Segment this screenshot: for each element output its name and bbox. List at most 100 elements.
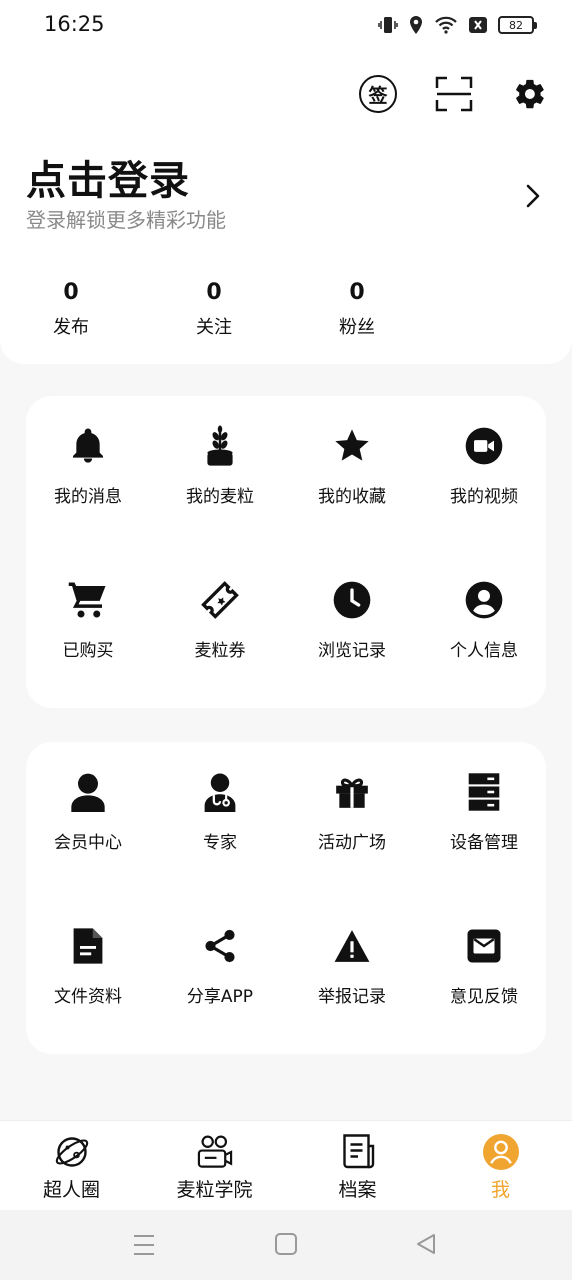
grid-item-reports[interactable]: 举报记录 [287, 924, 417, 1007]
cart-icon [66, 578, 110, 622]
warning-icon [330, 924, 374, 968]
bell-icon [66, 424, 110, 468]
grid-item-feedback[interactable]: 意见反馈 [419, 924, 549, 1007]
back-triangle-icon [417, 1234, 435, 1254]
feature-grid-2: 会员中心 专家 活动广场 设备管理 文件资料 分享APP 举报记录 意见反馈 [26, 742, 546, 1054]
account-icon [462, 578, 506, 622]
login-subtitle: 登录解锁更多精彩功能 [26, 208, 226, 232]
grid-item-experts[interactable]: 专家 [155, 770, 285, 853]
stat-posts[interactable]: 0 发布 [21, 280, 121, 339]
person-icon [66, 770, 110, 814]
grid-item-label: 浏览记录 [318, 641, 386, 661]
me-icon [482, 1133, 520, 1171]
grid-item-activities[interactable]: 活动广场 [287, 770, 417, 853]
grid-item-favorites[interactable]: 我的收藏 [287, 424, 417, 507]
classroom-icon [196, 1133, 234, 1171]
stat-following[interactable]: 0 关注 [164, 280, 264, 339]
stat-fans[interactable]: 0 粉丝 [307, 280, 407, 339]
grid-item-purchased[interactable]: 已购买 [23, 578, 153, 661]
status-icons: 82 [378, 14, 537, 36]
video-icon [462, 424, 506, 468]
grid-item-label: 我的消息 [54, 487, 122, 507]
login-chevron-button[interactable] [524, 182, 542, 210]
vibrate-icon [378, 15, 398, 35]
grid-item-label: 举报记录 [318, 987, 386, 1007]
grid-item-label: 文件资料 [54, 987, 122, 1007]
nav-label: 麦粒学院 [176, 1179, 253, 1201]
bottom-nav: 超人圈 麦粒学院 档案 我 [0, 1120, 572, 1210]
nav-label: 档案 [338, 1179, 377, 1201]
grid-item-label: 我的视频 [450, 487, 518, 507]
sign-icon: 签 [359, 75, 397, 113]
grid-item-devices[interactable]: 设备管理 [419, 770, 549, 853]
grid-item-documents[interactable]: 文件资料 [23, 924, 153, 1007]
nav-tab-archive[interactable]: 档案 [286, 1133, 429, 1202]
grid-item-grains[interactable]: 我的麦粒 [155, 424, 285, 507]
back-button[interactable] [414, 1232, 440, 1258]
status-bar: 16:25 82 [0, 0, 572, 52]
doctor-icon [198, 770, 242, 814]
no-sim-icon [468, 16, 488, 34]
login-title[interactable]: 点击登录 [26, 148, 190, 206]
nav-label: 我 [490, 1179, 510, 1201]
ticket-icon [198, 578, 242, 622]
home-square-icon [275, 1233, 297, 1255]
menu-button[interactable] [132, 1232, 158, 1258]
sign-in-button[interactable]: 签 [358, 74, 398, 114]
battery-level: 82 [509, 18, 523, 32]
grid-item-label: 分享APP [186, 987, 254, 1007]
server-icon [462, 770, 506, 814]
nav-label: 超人圈 [42, 1179, 100, 1201]
clock-icon [330, 578, 374, 622]
stat-value: 0 [63, 280, 79, 305]
star-icon [330, 424, 374, 468]
grid-item-history[interactable]: 浏览记录 [287, 578, 417, 661]
grid-item-label: 我的麦粒 [186, 487, 254, 507]
grid-item-videos[interactable]: 我的视频 [419, 424, 549, 507]
top-actions: 签 [358, 74, 550, 114]
grid-item-label: 设备管理 [450, 833, 518, 853]
grid-item-share[interactable]: 分享APP [155, 924, 285, 1007]
share-icon [198, 924, 242, 968]
home-button[interactable] [274, 1232, 300, 1258]
grid-item-label: 个人信息 [450, 641, 518, 661]
scan-button[interactable] [434, 74, 474, 114]
grid-item-label: 已购买 [62, 641, 114, 661]
grid-item-label: 我的收藏 [318, 487, 386, 507]
settings-button[interactable] [510, 74, 550, 114]
grid-item-messages[interactable]: 我的消息 [23, 424, 153, 507]
grid-item-membership[interactable]: 会员中心 [23, 770, 153, 853]
profile-card: 签 点击登录 登录解锁更多精彩功能 0 发布 0 关注 0 粉丝 [0, 52, 572, 364]
stat-label: 发布 [53, 317, 89, 338]
wheat-icon [198, 424, 242, 468]
stat-value: 0 [206, 280, 222, 305]
archive-icon [339, 1133, 377, 1171]
wifi-icon [434, 15, 458, 35]
stat-label: 关注 [196, 317, 232, 338]
planet-icon [53, 1133, 91, 1171]
grid-item-label: 意见反馈 [450, 987, 518, 1007]
gear-icon [516, 79, 544, 109]
grid-item-coupons[interactable]: 麦粒券 [155, 578, 285, 661]
stat-label: 粉丝 [339, 317, 375, 338]
system-nav-bar [0, 1210, 572, 1280]
chevron-right-icon [526, 184, 540, 208]
document-icon [66, 924, 110, 968]
scan-icon [435, 76, 473, 112]
stats-row: 0 发布 0 关注 0 粉丝 [0, 280, 572, 340]
stat-value: 0 [349, 280, 365, 305]
mail-icon [462, 924, 506, 968]
menu-icon [134, 1235, 154, 1255]
nav-tab-academy[interactable]: 麦粒学院 [143, 1133, 286, 1202]
grid-item-label: 专家 [203, 833, 237, 853]
feature-grid-1: 我的消息 我的麦粒 我的收藏 我的视频 已购买 麦粒券 浏览记录 个人信息 [26, 396, 546, 708]
grid-item-profile[interactable]: 个人信息 [419, 578, 549, 661]
nav-tab-circle[interactable]: 超人圈 [0, 1133, 143, 1202]
status-time: 16:25 [44, 12, 105, 36]
grid-item-label: 麦粒券 [194, 641, 246, 661]
location-icon [408, 15, 424, 35]
gift-icon [330, 770, 374, 814]
nav-tab-me[interactable]: 我 [429, 1133, 572, 1202]
battery-icon: 82 [498, 16, 537, 34]
grid-item-label: 会员中心 [54, 833, 122, 853]
